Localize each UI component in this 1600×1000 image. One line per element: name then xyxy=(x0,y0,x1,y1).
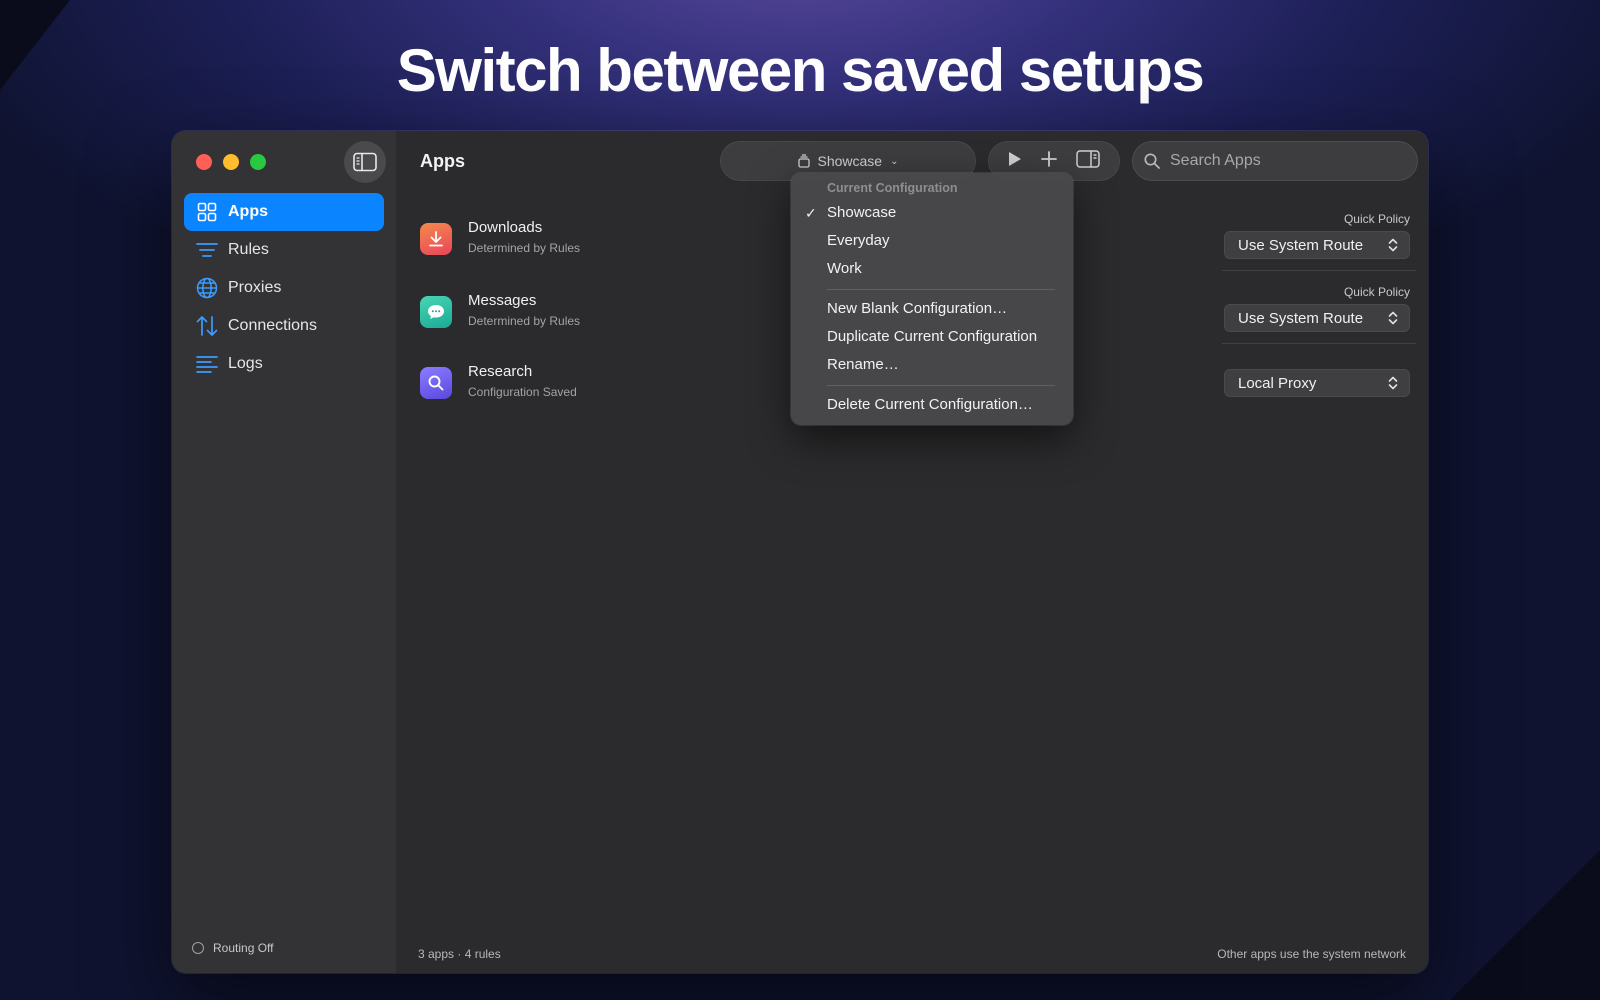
updown-chevron-icon xyxy=(1388,238,1398,252)
window-controls xyxy=(196,154,266,170)
zoom-window-button[interactable] xyxy=(250,154,266,170)
menu-item-config-work[interactable]: Work xyxy=(791,255,1073,283)
status-ring-icon xyxy=(192,942,204,954)
sidebar: Apps Rules Proxies Connections Logs Rout… xyxy=(172,131,396,973)
globe-icon xyxy=(196,277,218,299)
inspector-toggle-button[interactable] xyxy=(1076,149,1101,173)
app-name: Downloads xyxy=(468,219,543,236)
policy-select[interactable]: Local Proxy xyxy=(1224,369,1410,397)
policy-select-value: Local Proxy xyxy=(1238,374,1317,392)
chat-bubble-icon xyxy=(428,305,444,319)
policy-select[interactable]: Use System Route xyxy=(1224,304,1410,332)
sidebar-item-proxies[interactable]: Proxies xyxy=(184,269,384,307)
sidebar-item-rules[interactable]: Rules xyxy=(184,231,384,269)
sidebar-nav: Apps Rules Proxies Connections Logs xyxy=(184,193,384,383)
menu-item-label: Everyday xyxy=(827,232,890,249)
research-app-icon xyxy=(420,367,452,399)
menu-item-label: New Blank Configuration… xyxy=(827,300,1008,317)
sidebar-icon xyxy=(353,152,377,172)
grid-icon xyxy=(196,201,218,223)
app-subtitle: Determined by Rules xyxy=(468,314,581,328)
row-divider xyxy=(1222,270,1416,271)
menu-item-config-everyday[interactable]: Everyday xyxy=(791,227,1073,255)
page-headline: Switch between saved setups xyxy=(396,37,1205,104)
download-arrow-icon xyxy=(429,231,443,247)
quick-policy-label: Quick Policy xyxy=(1343,285,1410,299)
menu-item-delete[interactable]: Delete Current Configuration… xyxy=(791,391,1073,419)
search-icon xyxy=(1144,153,1160,169)
sidebar-item-connections[interactable]: Connections xyxy=(184,307,384,345)
downloads-app-icon xyxy=(420,223,452,255)
minimize-window-button[interactable] xyxy=(223,154,239,170)
sidebar-item-logs[interactable]: Logs xyxy=(184,345,384,383)
messages-app-icon xyxy=(420,296,452,328)
start-button[interactable] xyxy=(1008,151,1022,172)
menu-item-label: Showcase xyxy=(827,204,897,221)
sidebar-item-label: Rules xyxy=(228,241,269,258)
search-field[interactable] xyxy=(1132,141,1418,181)
page-title: Apps xyxy=(420,151,465,171)
search-input[interactable] xyxy=(1170,152,1400,170)
background-corner-right xyxy=(1450,850,1600,1000)
footer-summary: 3 apps · 4 rules xyxy=(418,947,501,961)
menu-item-rename[interactable]: Rename… xyxy=(791,351,1073,379)
row-divider xyxy=(1222,343,1416,344)
app-subtitle: Determined by Rules xyxy=(468,241,581,255)
policy-select[interactable]: Use System Route xyxy=(1224,231,1410,259)
sidebar-toggle-button[interactable] xyxy=(344,141,386,183)
stack-icon xyxy=(797,154,810,168)
magnifier-icon xyxy=(428,375,444,391)
play-icon xyxy=(1008,151,1021,166)
arrows-updown-icon xyxy=(196,315,218,337)
menu-item-label: Delete Current Configuration… xyxy=(827,396,1033,413)
sidebar-item-label: Connections xyxy=(228,317,317,334)
menu-item-new-blank[interactable]: New Blank Configuration… xyxy=(791,295,1073,323)
sidebar-item-label: Apps xyxy=(228,203,268,220)
menu-divider xyxy=(827,289,1055,290)
configuration-menu: Current Configuration ✓ Showcase Everyda… xyxy=(791,173,1073,425)
lines-icon xyxy=(196,353,218,375)
menu-item-label: Rename… xyxy=(827,356,899,373)
policy-select-value: Use System Route xyxy=(1238,236,1364,254)
sidebar-item-apps[interactable]: Apps xyxy=(184,193,384,231)
footer-note: Other apps use the system network xyxy=(1217,947,1406,961)
menu-item-label: Work xyxy=(827,260,862,277)
configuration-picker-label: Showcase xyxy=(817,153,883,169)
menu-item-duplicate[interactable]: Duplicate Current Configuration xyxy=(791,323,1073,351)
inspector-icon xyxy=(1076,149,1101,168)
close-window-button[interactable] xyxy=(196,154,212,170)
updown-chevron-icon xyxy=(1388,311,1398,325)
menu-divider xyxy=(827,385,1055,386)
quick-policy-label: Quick Policy xyxy=(1343,212,1410,226)
menu-item-label: Duplicate Current Configuration xyxy=(827,328,1038,345)
policy-select-value: Use System Route xyxy=(1238,309,1364,327)
menu-item-config-showcase[interactable]: ✓ Showcase xyxy=(791,199,1073,227)
plus-icon xyxy=(1041,150,1057,167)
rules-icon xyxy=(196,239,218,261)
app-name: Messages xyxy=(468,292,537,309)
updown-chevron-icon xyxy=(1388,376,1398,390)
add-button[interactable] xyxy=(1041,150,1057,172)
app-name: Research xyxy=(468,363,533,380)
sidebar-item-label: Logs xyxy=(228,355,263,372)
app-subtitle: Configuration Saved xyxy=(468,385,577,399)
sidebar-item-label: Proxies xyxy=(228,279,282,296)
menu-section-header: Current Configuration xyxy=(827,181,958,195)
chevron-down-icon: ⌄ xyxy=(890,155,899,167)
routing-status: Routing Off xyxy=(192,941,273,955)
checkmark-icon: ✓ xyxy=(805,205,817,221)
routing-status-label: Routing Off xyxy=(213,941,274,955)
